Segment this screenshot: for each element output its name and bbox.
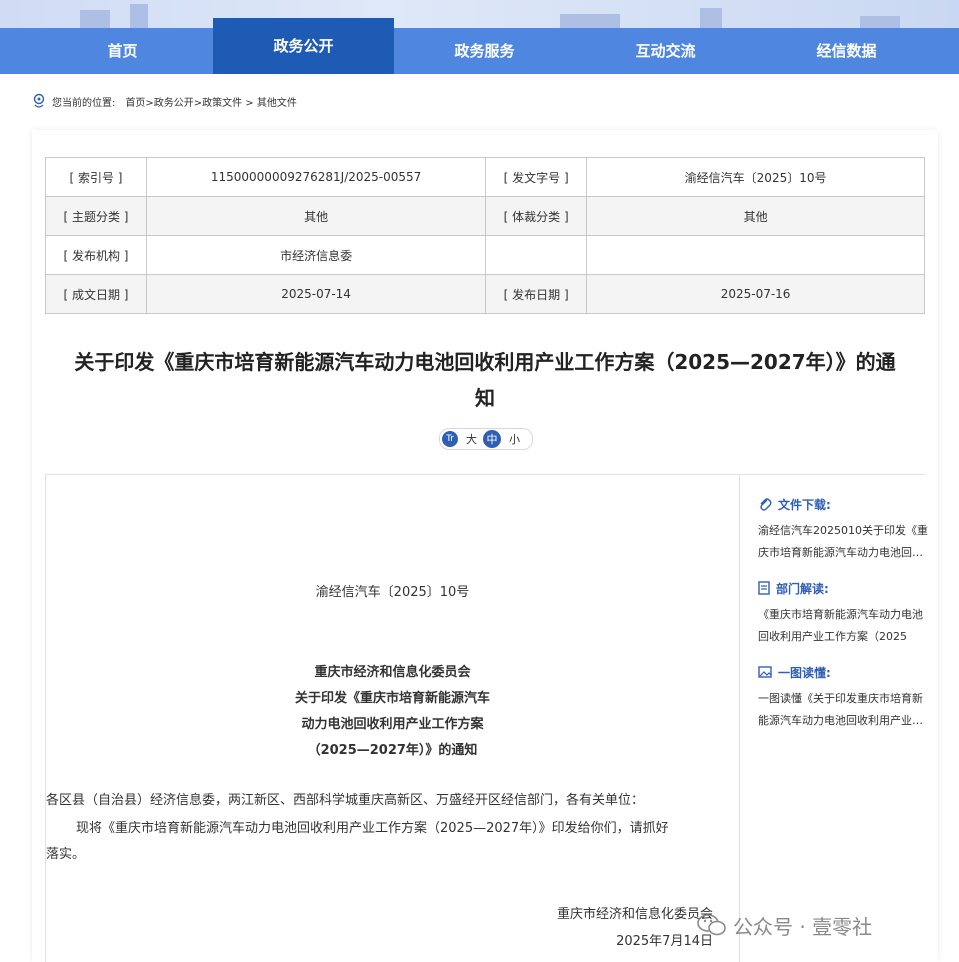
download-link[interactable]: 渝经信汽车2025010关于印发《重 庆市培育新能源汽车动力电池回… bbox=[758, 520, 928, 564]
meta-row: [ 成文日期 ] 2025-07-14 [ 发布日期 ] 2025-07-16 bbox=[44, 274, 925, 314]
text-size-icon: Tr bbox=[442, 431, 458, 447]
breadcrumb: 您当前的位置: 首页>政务公开>政策文件 > 其他文件 bbox=[32, 92, 299, 110]
meta-key: [ 索引号 ] bbox=[44, 157, 148, 197]
document-icon bbox=[758, 581, 770, 595]
font-large-button[interactable]: 大 bbox=[466, 431, 477, 447]
download-link-line: 庆市培育新能源汽车动力电池回… bbox=[758, 546, 923, 559]
article-title-line: 关于印发《重庆市培育新能源汽车动力电池回收利用产业工作方案（2025—2027年… bbox=[74, 350, 896, 374]
interpret-link-line: 回收利用产业工作方案（2025—… bbox=[758, 630, 907, 643]
meta-value: 2025-07-16 bbox=[586, 274, 925, 314]
meta-key: [ 发布日期 ] bbox=[485, 274, 588, 314]
meta-key: [ 体裁分类 ] bbox=[485, 196, 588, 236]
nav-gov-services[interactable]: 政务服务 bbox=[394, 28, 575, 74]
meta-value: 11500000009276281J/2025-00557 bbox=[146, 157, 487, 197]
doc-heading-line: （2025—2027年）》的通知 bbox=[307, 743, 478, 758]
meta-value: 其他 bbox=[146, 196, 487, 236]
article-body: 渝经信汽车〔2025〕10号 重庆市经济和信息化委员会 关于印发《重庆市培育新能… bbox=[45, 475, 740, 962]
image-icon bbox=[758, 666, 772, 678]
doc-signature: 重庆市经济和信息化委员会 bbox=[556, 907, 713, 922]
meta-row: [ 索引号 ] 11500000009276281J/2025-00557 [ … bbox=[44, 157, 925, 197]
meta-key: [ 发文字号 ] bbox=[485, 157, 588, 197]
meta-key: [ 发布机构 ] bbox=[44, 235, 148, 275]
interpret-link[interactable]: 《重庆市培育新能源汽车动力电池 回收利用产业工作方案（2025—… bbox=[758, 604, 928, 648]
watermark-text: 公众号 · 壹零社 bbox=[733, 914, 873, 939]
meta-key: [ 成文日期 ] bbox=[44, 274, 148, 314]
download-title: 文件下载: bbox=[778, 497, 831, 512]
article-card: [ 索引号 ] 11500000009276281J/2025-00557 [ … bbox=[32, 130, 938, 962]
nav-gov-affairs[interactable]: 政务公开 bbox=[213, 18, 394, 74]
paperclip-icon bbox=[760, 498, 772, 511]
doc-heading-line: 关于印发《重庆市培育新能源汽车 bbox=[294, 691, 490, 706]
font-small-button[interactable]: 小 bbox=[509, 431, 520, 447]
graphic-header: 一图读懂: bbox=[758, 662, 928, 682]
nav-data[interactable]: 经信数据 bbox=[756, 28, 937, 74]
metadata-table: [ 索引号 ] 11500000009276281J/2025-00557 [ … bbox=[44, 157, 925, 314]
article-title: 关于印发《重庆市培育新能源汽车动力电池回收利用产业工作方案（2025—2027年… bbox=[42, 344, 928, 416]
meta-value: 渝经信汽车〔2025〕10号 bbox=[586, 157, 925, 197]
meta-value: 市经济信息委 bbox=[146, 235, 487, 275]
meta-value: 其他 bbox=[586, 196, 925, 236]
graphic-title: 一图读懂: bbox=[778, 665, 831, 680]
download-link-line: 渝经信汽车2025010关于印发《重 bbox=[758, 524, 928, 537]
meta-value: 2025-07-14 bbox=[146, 274, 487, 314]
nav-home[interactable]: 首页 bbox=[32, 28, 213, 74]
doc-heading-line: 动力电池回收利用产业工作方案 bbox=[301, 717, 484, 732]
breadcrumb-path[interactable]: 首页>政务公开>政策文件 > 其他文件 bbox=[125, 94, 297, 109]
meta-value bbox=[586, 235, 925, 275]
interpret-link-line: 《重庆市培育新能源汽车动力电池 bbox=[758, 608, 923, 621]
meta-key: [ 主题分类 ] bbox=[44, 196, 148, 236]
doc-addressee: 各区县（自治县）经济信息委，两江新区、西部科学城重庆高新区、万盛经开区经信部门，… bbox=[46, 793, 645, 808]
location-pin-icon bbox=[33, 93, 45, 108]
meta-row: [ 主题分类 ] 其他 [ 体裁分类 ] 其他 bbox=[44, 196, 925, 236]
sidebar: 文件下载: 渝经信汽车2025010关于印发《重 庆市培育新能源汽车动力电池回…… bbox=[758, 494, 928, 732]
doc-paragraph: 落实。 bbox=[46, 847, 86, 862]
doc-heading-line: 重庆市经济和信息化委员会 bbox=[314, 665, 471, 680]
graphic-link-line: 一图读懂《关于印发重庆市培育新 bbox=[758, 692, 923, 705]
wechat-icon bbox=[697, 914, 726, 936]
download-header: 文件下载: bbox=[758, 494, 928, 514]
font-size-switcher: Tr 大 中 小 bbox=[439, 428, 533, 450]
doc-number: 渝经信汽车〔2025〕10号 bbox=[315, 585, 470, 600]
interpret-header: 部门解读: bbox=[758, 578, 928, 598]
meta-row: [ 发布机构 ] 市经济信息委 bbox=[44, 235, 925, 275]
breadcrumb-prefix: 您当前的位置: bbox=[52, 97, 116, 109]
meta-key bbox=[485, 235, 588, 275]
main-nav: 首页 政务公开 政务服务 互动交流 经信数据 bbox=[0, 18, 959, 74]
graphic-link[interactable]: 一图读懂《关于印发重庆市培育新 能源汽车动力电池回收利用产业… bbox=[758, 688, 928, 732]
watermark: 公众号 · 壹零社 bbox=[697, 910, 872, 940]
interpret-title: 部门解读: bbox=[776, 581, 829, 596]
article-title-line: 知 bbox=[475, 386, 495, 410]
doc-paragraph: 现将《重庆市培育新能源汽车动力电池回收利用产业工作方案（2025—2027年）》… bbox=[76, 821, 669, 836]
graphic-link-line: 能源汽车动力电池回收利用产业… bbox=[758, 714, 923, 727]
font-medium-button[interactable]: 中 bbox=[483, 430, 501, 448]
header-banner bbox=[0, 0, 959, 28]
nav-interaction[interactable]: 互动交流 bbox=[575, 28, 756, 74]
